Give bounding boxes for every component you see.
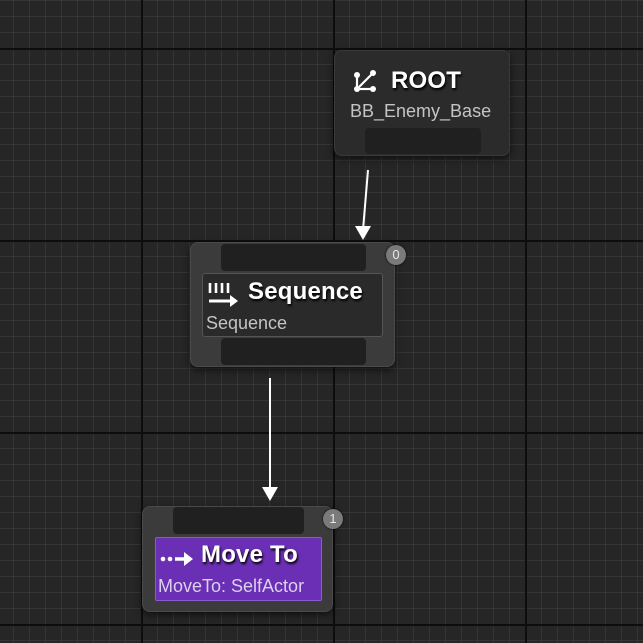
move-to-execution-order-badge: 1 — [323, 509, 343, 529]
move-to-input-pin[interactable] — [173, 507, 304, 534]
sequence-input-pin[interactable] — [221, 244, 366, 271]
wire-root-to-sequence-arrow — [355, 226, 371, 240]
move-to-arrow-icon — [160, 549, 194, 574]
root-node-title: ROOT — [391, 67, 462, 94]
behavior-tree-graph-canvas[interactable]: ROOT BB_Enemy_Base Sequence Sequence 0 M… — [0, 0, 643, 643]
move-to-node-subtitle: MoveTo: SelfActor — [158, 576, 305, 596]
move-to-node-title: Move To — [201, 541, 298, 568]
wire-sequence-to-moveto-arrow — [262, 487, 278, 501]
root-node[interactable]: ROOT BB_Enemy_Base — [334, 50, 510, 156]
sequence-node-subtitle: Sequence — [206, 313, 288, 333]
move-to-task-node[interactable]: Move To MoveTo: SelfActor — [142, 506, 333, 612]
sequence-output-pin[interactable] — [221, 338, 366, 365]
sequence-execution-order-badge: 0 — [386, 245, 406, 265]
sequence-node-title: Sequence — [248, 278, 363, 305]
root-tree-icon — [353, 69, 377, 98]
sequence-node-body: Sequence Sequence — [202, 273, 383, 337]
wire-root-to-sequence — [362, 169, 369, 231]
sequence-composite-node[interactable]: Sequence Sequence — [190, 242, 395, 367]
root-output-pin[interactable] — [365, 128, 481, 154]
sequence-icon — [207, 281, 239, 314]
move-to-node-body: Move To MoveTo: SelfActor — [155, 537, 322, 601]
root-node-blackboard-label: BB_Enemy_Base — [350, 101, 492, 121]
